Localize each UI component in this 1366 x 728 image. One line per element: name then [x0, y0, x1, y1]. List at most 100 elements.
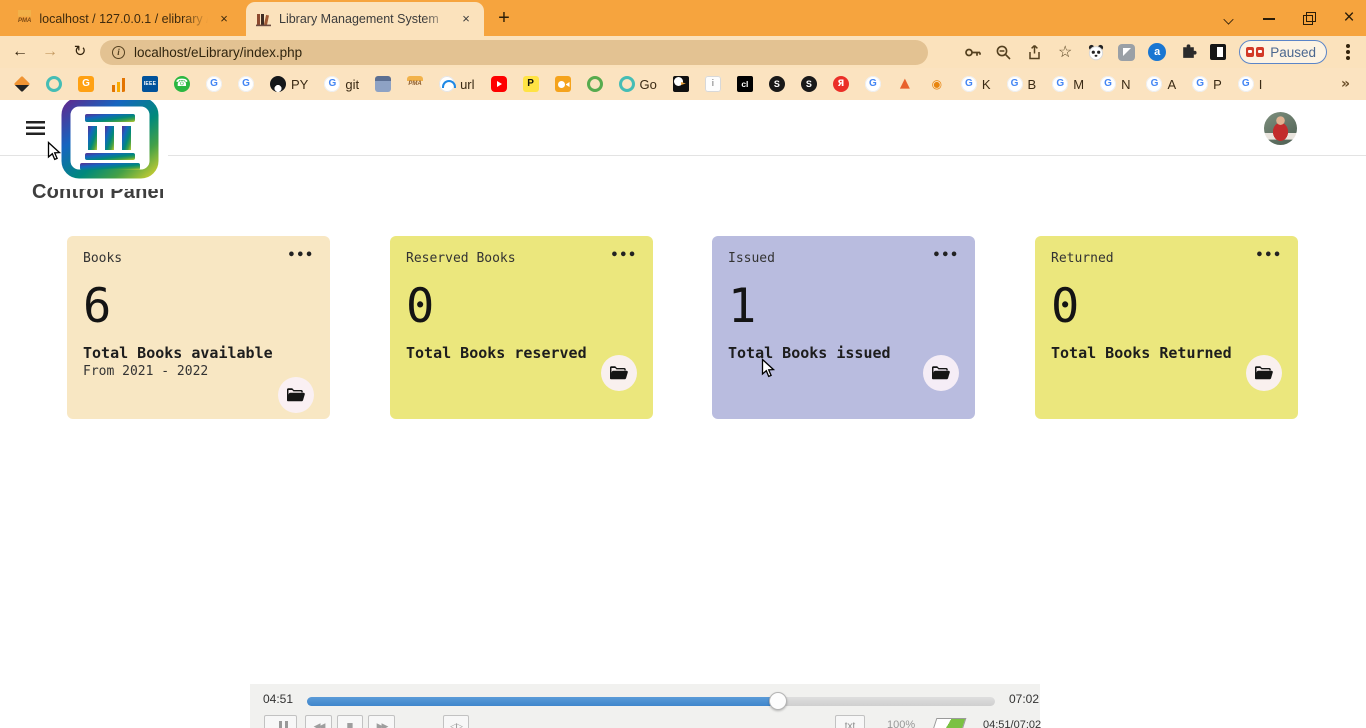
seek-bar-thumb[interactable] [769, 692, 787, 710]
extensions-puzzle-icon[interactable] [1179, 43, 1197, 61]
contrast-extension-icon[interactable] [1210, 44, 1226, 60]
card-value: 1 [728, 283, 959, 330]
bookmark-item[interactable] [110, 76, 126, 92]
google-icon: G [1007, 76, 1023, 92]
address-bar[interactable]: localhost/eLibrary/index.php [100, 40, 928, 65]
new-tab-button[interactable] [490, 5, 518, 33]
bookmark-item[interactable]: S [801, 76, 817, 92]
bookmark-item[interactable]: ▲ [897, 76, 913, 92]
bookmark-item[interactable]: GM [1052, 76, 1084, 92]
bookmark-item[interactable]: G [78, 76, 94, 92]
text-button[interactable]: txt [835, 715, 865, 728]
close-tab-icon[interactable] [458, 11, 474, 27]
profile-paused-badge[interactable]: Paused [1239, 40, 1327, 64]
google-icon: G [1146, 76, 1162, 92]
bookmark-item[interactable]: PMA [407, 76, 423, 92]
bookmarks-overflow-icon[interactable] [1341, 76, 1350, 92]
bookmark-item[interactable]: Ggit [324, 76, 359, 92]
open-folder-button[interactable] [278, 377, 314, 413]
bookmark-item[interactable]: i [705, 76, 721, 92]
s-circle-icon: S [769, 76, 785, 92]
bookmark-item[interactable]: PY [270, 76, 308, 92]
zoom-out-icon[interactable] [994, 43, 1012, 61]
forward-button[interactable] [40, 42, 60, 62]
seek-bar[interactable] [307, 697, 995, 706]
bookmark-item[interactable]: GN [1100, 76, 1130, 92]
card-label: Total Books reserved [406, 344, 637, 362]
panda-extension-icon[interactable] [1087, 43, 1105, 61]
tab-strip: PMA localhost / 127.0.0.1 / elibrary / a… [0, 0, 1366, 36]
back-button[interactable] [10, 42, 30, 62]
bookmark-item[interactable]: Я [833, 76, 849, 92]
bookmark-item[interactable]: url [439, 76, 474, 92]
skip-back-button[interactable] [305, 715, 332, 728]
bookmark-list: GIEEE☎GGPYGgitPMAurlPGoiclSSЯG▲◉GKGBGMGN… [14, 76, 1262, 92]
bookmark-item[interactable]: GI [1238, 76, 1263, 92]
time-display: 04:51/07:02 [983, 719, 1041, 728]
marker-button[interactable] [443, 715, 469, 728]
hamburger-menu-icon[interactable] [26, 121, 45, 135]
pause-button[interactable] [264, 715, 297, 728]
bookmark-item[interactable]: P [523, 76, 539, 92]
bookmark-item[interactable]: G [865, 76, 881, 92]
tab-library-management[interactable]: Library Management System [246, 2, 484, 36]
card-menu-icon[interactable]: ••• [1256, 251, 1282, 261]
close-tab-icon[interactable] [216, 11, 232, 27]
bookmark-item[interactable] [375, 76, 391, 92]
google-icon: G [961, 76, 977, 92]
bookmark-label: PY [291, 77, 308, 92]
bookmark-item[interactable] [491, 76, 507, 92]
browser-menu-icon[interactable] [1346, 50, 1350, 54]
ring-icon [587, 76, 603, 92]
bookmark-item[interactable] [673, 76, 689, 92]
open-folder-button[interactable] [1246, 355, 1282, 391]
bookmark-star-icon[interactable] [1056, 43, 1074, 61]
bookmark-item[interactable]: S [769, 76, 785, 92]
site-info-icon[interactable] [112, 46, 125, 59]
bookmark-item[interactable] [14, 76, 30, 92]
bookmark-item[interactable]: ◉ [929, 76, 945, 92]
tab-phpmyadmin[interactable]: PMA localhost / 127.0.0.1 / elibrary / a [8, 2, 242, 36]
bookmark-item[interactable]: ☎ [174, 76, 190, 92]
google-icon: G [1052, 76, 1068, 92]
bookmark-label: I [1259, 77, 1263, 92]
google-icon: G [206, 76, 222, 92]
open-folder-button[interactable] [601, 355, 637, 391]
board-icon[interactable] [932, 718, 967, 728]
card-value: 0 [406, 283, 637, 330]
share-icon[interactable] [1025, 43, 1043, 61]
restore-button[interactable] [1302, 11, 1316, 25]
bookmark-label: git [345, 77, 359, 92]
open-folder-button[interactable] [923, 355, 959, 391]
bookmark-item[interactable]: cl [737, 76, 753, 92]
github-icon [270, 76, 286, 92]
bookmark-item[interactable] [555, 76, 571, 92]
stop-button[interactable] [337, 715, 363, 728]
reload-button[interactable] [70, 42, 90, 62]
card-menu-icon[interactable]: ••• [611, 251, 637, 261]
close-window-button[interactable] [1342, 11, 1356, 25]
bookmark-item[interactable]: GB [1007, 76, 1037, 92]
bookmark-item[interactable]: GP [1192, 76, 1222, 92]
a-extension-icon[interactable] [1148, 43, 1166, 61]
bookmark-item[interactable]: G [206, 76, 222, 92]
password-key-icon[interactable] [963, 43, 981, 61]
bookmark-item[interactable]: Go [619, 76, 657, 92]
card-menu-icon[interactable]: ••• [288, 251, 314, 261]
elapsed-time: 04:51 [263, 692, 293, 706]
eye-icon: ◉ [929, 76, 945, 92]
user-avatar[interactable] [1264, 112, 1297, 145]
skip-forward-button[interactable] [368, 715, 395, 728]
bookmark-item[interactable] [587, 76, 603, 92]
card-menu-icon[interactable]: ••• [933, 251, 959, 261]
bookmark-item[interactable] [46, 76, 62, 92]
pointer-extension-icon[interactable] [1118, 44, 1135, 61]
bookmark-item[interactable]: IEEE [142, 76, 158, 92]
minimize-button[interactable] [1262, 11, 1276, 25]
bookmark-item[interactable]: GK [961, 76, 991, 92]
cl-icon: cl [737, 76, 753, 92]
paused-label: Paused [1270, 45, 1316, 60]
tab-search-icon[interactable] [1222, 11, 1236, 25]
bookmark-item[interactable]: GA [1146, 76, 1176, 92]
bookmark-item[interactable]: G [238, 76, 254, 92]
